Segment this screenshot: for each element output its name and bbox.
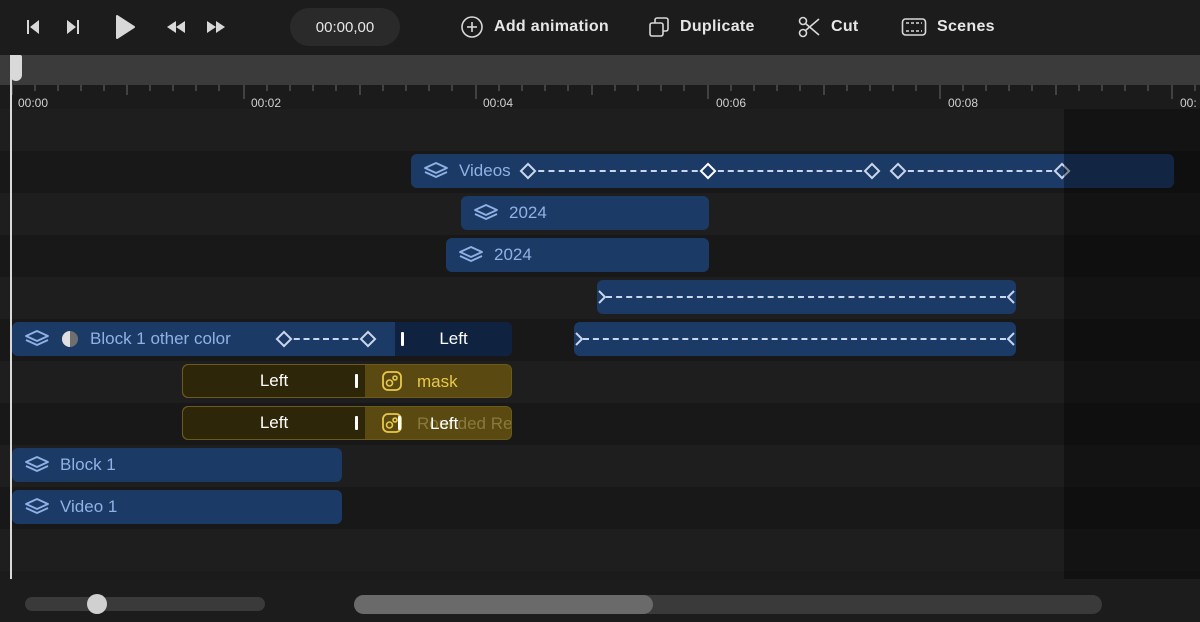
ruler-ticks bbox=[0, 85, 1200, 109]
skip-start-icon bbox=[27, 20, 39, 34]
clip-2024-a[interactable]: 2024 bbox=[461, 196, 709, 230]
chevron-left-icon bbox=[1006, 332, 1015, 346]
trim-handle[interactable] bbox=[355, 416, 358, 430]
add-animation-button[interactable]: Add animation bbox=[460, 12, 609, 42]
fast-forward-icon bbox=[207, 21, 225, 33]
transition-left-b[interactable]: Left bbox=[183, 365, 365, 397]
cut-label: Cut bbox=[831, 18, 859, 35]
clip-block1-label: Block 1 bbox=[60, 455, 116, 474]
timeline-scrub-bar[interactable] bbox=[0, 55, 1200, 85]
bottom-bar bbox=[0, 579, 1200, 622]
plus-circle-icon bbox=[461, 16, 483, 38]
track-lane bbox=[0, 529, 1200, 571]
ruler-label-4: 00:04 bbox=[483, 96, 514, 110]
timecode-display[interactable]: 00:00,00 bbox=[290, 8, 400, 46]
clip-2024-a-label: 2024 bbox=[509, 203, 547, 222]
ruler-label-0: 00:00 bbox=[18, 96, 49, 110]
layers-icon bbox=[423, 161, 449, 181]
zoom-slider-track[interactable] bbox=[25, 597, 265, 611]
ruler-tick-marks bbox=[11, 85, 1196, 99]
transition-left-c[interactable]: Left bbox=[183, 407, 365, 439]
track-lane bbox=[0, 109, 1200, 151]
keyframe-segment bbox=[583, 338, 1006, 340]
layers-icon bbox=[24, 329, 50, 349]
keyframe-segment bbox=[708, 170, 872, 172]
fast-forward-button[interactable] bbox=[203, 10, 229, 44]
keyframe-segment bbox=[284, 338, 368, 340]
skip-to-end-button[interactable] bbox=[62, 10, 84, 44]
ruler-label-8: 00:08 bbox=[948, 96, 979, 110]
transition-left-a-label: Left bbox=[439, 329, 468, 348]
clip-2024-b-label: 2024 bbox=[494, 245, 532, 264]
trim-handle[interactable] bbox=[398, 416, 401, 430]
keyframe-segment bbox=[898, 170, 1062, 172]
chevron-left-icon bbox=[1006, 290, 1015, 304]
zoom-slider-thumb[interactable] bbox=[86, 594, 107, 614]
clip-block1-other-color-label: Block 1 other color bbox=[90, 329, 231, 348]
transition-left-b-label: Left bbox=[259, 371, 289, 390]
duplicate-label: Duplicate bbox=[680, 18, 755, 35]
cut-button[interactable]: Cut bbox=[797, 12, 859, 42]
layers-icon bbox=[24, 497, 50, 517]
scissors-icon bbox=[798, 16, 820, 38]
layers-icon bbox=[458, 245, 484, 265]
clip-videos-label: Videos bbox=[459, 161, 511, 180]
playhead-handle[interactable] bbox=[10, 55, 22, 81]
keyframe-segment bbox=[528, 170, 708, 172]
mask-icon bbox=[381, 370, 403, 392]
clip-video1-label: Video 1 bbox=[60, 497, 118, 516]
clip-video1[interactable]: Video 1 bbox=[12, 490, 342, 524]
transition-left-c-label: Left bbox=[259, 413, 289, 432]
timeline-tracks: Videos 2024 2024 Block 1 other color Lef… bbox=[0, 109, 1200, 579]
duplicate-icon bbox=[649, 17, 669, 37]
track-lane bbox=[0, 361, 1200, 403]
skip-to-start-button[interactable] bbox=[22, 10, 44, 44]
rewind-icon bbox=[167, 21, 185, 33]
transition-left-d-label: Left bbox=[430, 414, 459, 433]
play-icon bbox=[116, 15, 135, 39]
clip-2024-b[interactable]: 2024 bbox=[446, 238, 709, 272]
clip-block1[interactable]: Block 1 bbox=[12, 448, 342, 482]
add-animation-label: Add animation bbox=[494, 18, 610, 35]
chevron-right-icon bbox=[575, 332, 584, 346]
playhead-line bbox=[10, 55, 12, 579]
scenes-button[interactable]: Scenes bbox=[901, 12, 995, 42]
ruler-label-2: 00:02 bbox=[251, 96, 282, 110]
ruler-label-6: 00:06 bbox=[716, 96, 747, 110]
skip-end-icon bbox=[67, 20, 79, 34]
duplicate-button[interactable]: Duplicate bbox=[648, 12, 755, 42]
play-button[interactable] bbox=[112, 10, 138, 44]
horizontal-scrollbar-thumb[interactable] bbox=[354, 595, 653, 614]
trim-handle[interactable] bbox=[355, 374, 358, 388]
toolbar: 00:00,00 Add animation Duplicate Cut Sce… bbox=[0, 0, 1200, 55]
transition-left-a[interactable]: Left bbox=[395, 322, 512, 356]
track-lane bbox=[0, 403, 1200, 445]
color-contrast-icon bbox=[60, 329, 80, 349]
keyframe-segment bbox=[606, 296, 1006, 298]
rewind-button[interactable] bbox=[163, 10, 189, 44]
chevron-right-icon bbox=[598, 290, 607, 304]
ruler-label-10: 00: bbox=[1180, 96, 1197, 110]
layers-icon bbox=[473, 203, 499, 223]
clip-mask-label: mask bbox=[417, 372, 458, 391]
trim-handle[interactable] bbox=[401, 332, 404, 346]
scenes-label: Scenes bbox=[937, 18, 995, 35]
film-icon bbox=[901, 18, 927, 36]
layers-icon bbox=[24, 455, 50, 475]
